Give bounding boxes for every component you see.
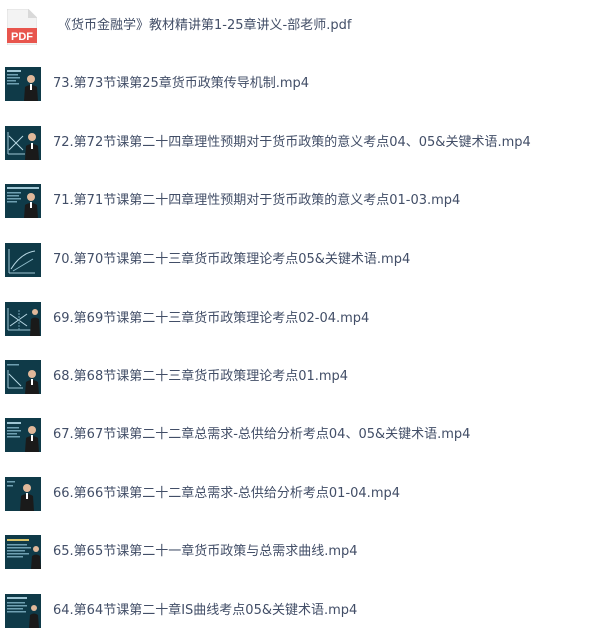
file-name: 73.第73节课第25章货币政策传导机制.mp4 — [53, 76, 310, 91]
file-name: 69.第69节课第二十三章货币政策理论考点02-04.mp4 — [53, 311, 370, 326]
file-item-video[interactable]: 69.第69节课第二十三章货币政策理论考点02-04.mp4 — [0, 294, 594, 344]
file-name: 《货币金融学》教材精讲第1-25章讲义-部老师.pdf — [58, 18, 352, 33]
file-name: 72.第72节课第二十四章理性预期对于货币政策的意义考点04、05&关键术语.m… — [53, 135, 531, 150]
file-item-video[interactable]: 68.第68节课第二十三章货币政策理论考点01.mp4 — [0, 352, 594, 402]
video-thumbnail — [5, 302, 41, 336]
file-item-video[interactable]: 65.第65节课第二十一章货币政策与总需求曲线.mp4 — [0, 527, 594, 577]
video-thumbnail — [5, 67, 41, 101]
file-name: 66.第66节课第二十二章总需求-总供给分析考点01-04.mp4 — [53, 486, 401, 501]
video-thumbnail — [5, 418, 41, 452]
pdf-badge-text: PDF — [11, 31, 33, 43]
file-list: PDF 《货币金融学》教材精讲第1-25章讲义-部老师.pdf 73.第73节课… — [0, 0, 594, 633]
file-item-video[interactable]: 70.第70节课第二十三章货币政策理论考点05&关键术语.mp4 — [0, 235, 594, 285]
file-item-video[interactable]: 67.第67节课第二十二章总需求-总供给分析考点04、05&关键术语.mp4 — [0, 410, 594, 460]
video-thumbnail — [5, 184, 41, 218]
file-item-video[interactable]: 64.第64节课第二十章IS曲线考点05&关键术语.mp4 — [0, 586, 594, 636]
file-name: 68.第68节课第二十三章货币政策理论考点01.mp4 — [53, 369, 349, 384]
file-name: 71.第71节课第二十四章理性预期对于货币政策的意义考点01-03.mp4 — [53, 193, 461, 208]
file-item-video[interactable]: 66.第66节课第二十二章总需求-总供给分析考点01-04.mp4 — [0, 469, 594, 519]
file-name: 65.第65节课第二十一章货币政策与总需求曲线.mp4 — [53, 544, 358, 559]
video-thumbnail — [5, 477, 41, 511]
file-name: 67.第67节课第二十二章总需求-总供给分析考点04、05&关键术语.mp4 — [53, 427, 471, 442]
file-item-video[interactable]: 72.第72节课第二十四章理性预期对于货币政策的意义考点04、05&关键术语.m… — [0, 118, 594, 168]
video-thumbnail — [5, 594, 41, 628]
video-thumbnail — [5, 126, 41, 160]
file-name: 70.第70节课第二十三章货币政策理论考点05&关键术语.mp4 — [53, 252, 411, 267]
video-thumbnail — [5, 360, 41, 394]
video-thumbnail — [5, 243, 41, 277]
file-item-pdf[interactable]: PDF 《货币金融学》教材精讲第1-25章讲义-部老师.pdf — [0, 1, 594, 51]
pdf-icon: PDF — [6, 8, 38, 46]
video-thumbnail — [5, 535, 41, 569]
file-item-video[interactable]: 71.第71节课第二十四章理性预期对于货币政策的意义考点01-03.mp4 — [0, 176, 594, 226]
file-item-video[interactable]: 73.第73节课第25章货币政策传导机制.mp4 — [0, 59, 594, 109]
file-name: 64.第64节课第二十章IS曲线考点05&关键术语.mp4 — [53, 603, 358, 618]
